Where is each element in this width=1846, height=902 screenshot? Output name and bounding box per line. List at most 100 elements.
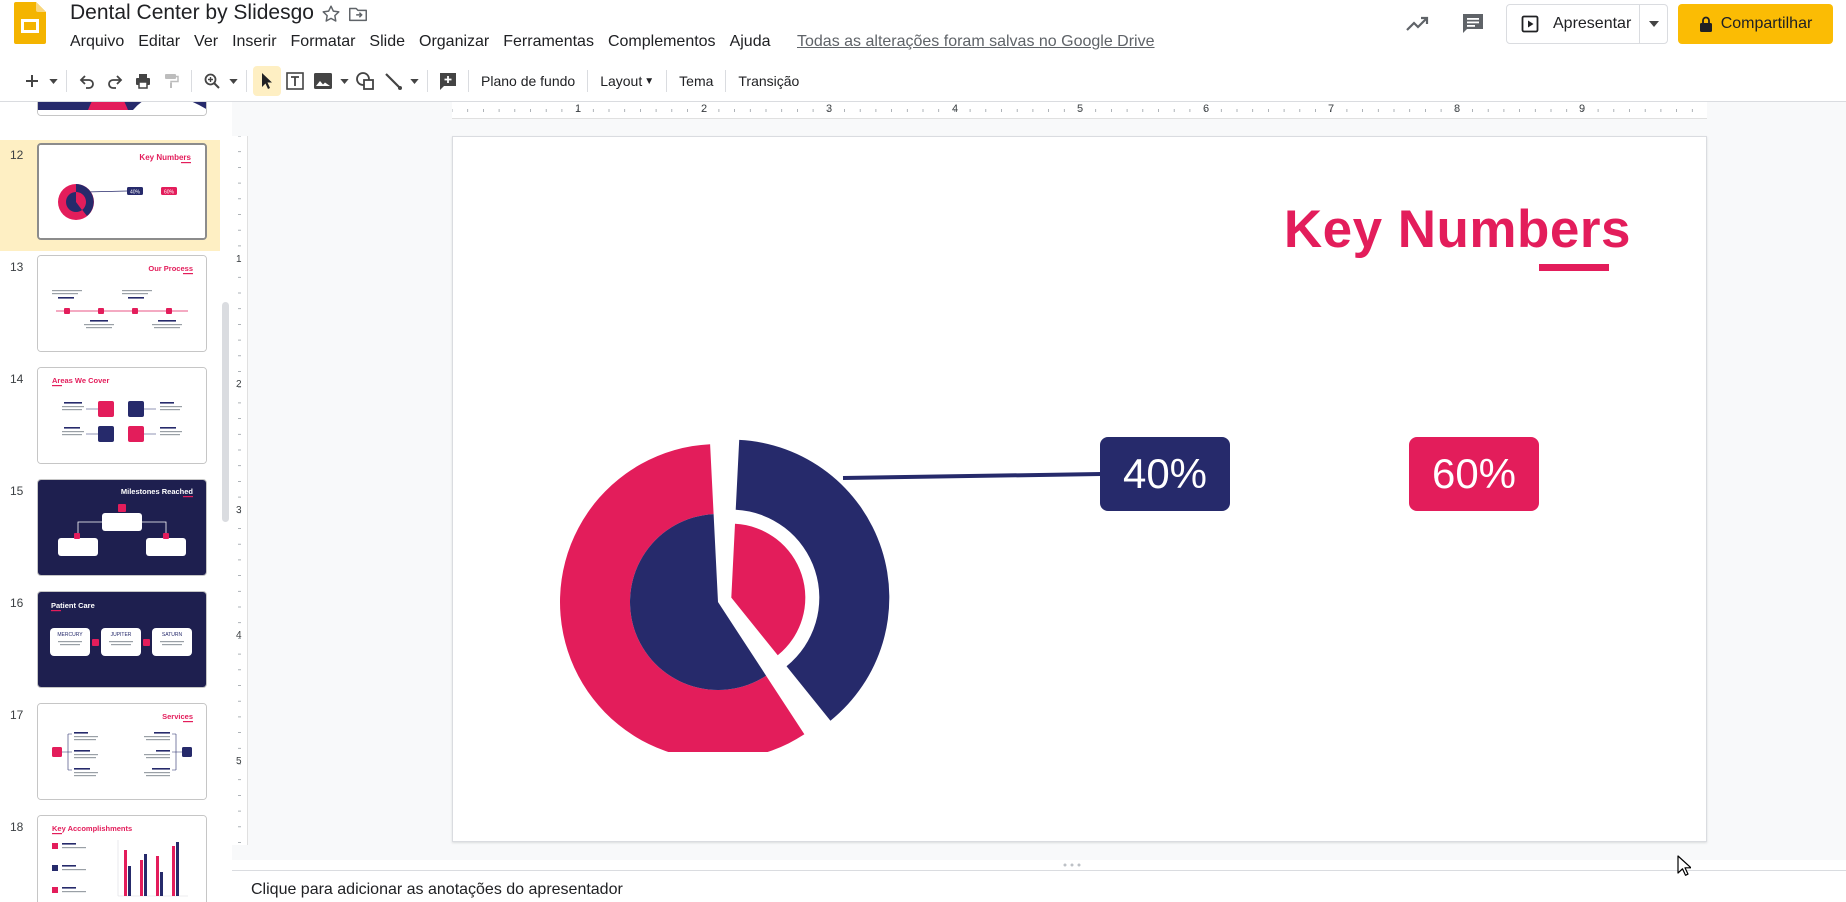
ruler-number: 5 — [236, 756, 242, 767]
slide-row-15[interactable]: 15 Milestones Reached — [0, 476, 220, 587]
slide-thumbnail[interactable]: Services — [37, 703, 207, 800]
layout-label: Layout — [600, 73, 643, 89]
filmstrip-scrollbar[interactable] — [220, 102, 232, 902]
layout-button[interactable]: Layout ▼ — [594, 66, 660, 96]
toolbar-separator — [427, 70, 428, 92]
menu-formatar[interactable]: Formatar — [284, 31, 363, 53]
slide-thumbnail[interactable]: Patient Care MERCURY JUPITER SATURN — [37, 591, 207, 688]
slide-row-12[interactable]: 12 Key Numbers 40% 60% — [0, 140, 220, 251]
transition-button[interactable]: Transição — [732, 66, 805, 96]
menu-bar: Arquivo Editar Ver Inserir Formatar Slid… — [63, 31, 777, 53]
filmstrip-scroll-thumb[interactable] — [222, 302, 229, 522]
document-title[interactable]: Dental Center by Slidesgo — [70, 1, 314, 25]
zoom-dropdown[interactable] — [226, 66, 240, 96]
speaker-notes-placeholder[interactable]: Clique para adicionar as anotações do ap… — [251, 881, 623, 899]
plus-icon — [26, 75, 38, 87]
toolbar-separator — [246, 70, 247, 92]
notes-resize-handle-icon[interactable] — [1060, 862, 1084, 868]
slides-logo-icon[interactable] — [14, 2, 46, 44]
shape-icon — [356, 72, 374, 90]
image-dropdown[interactable] — [337, 66, 351, 96]
slide-row-14[interactable]: 14 Areas We Cover — [0, 364, 220, 475]
menu-complementos[interactable]: Complementos — [601, 31, 723, 53]
theme-button[interactable]: Tema — [673, 66, 719, 96]
donut-chart[interactable] — [558, 412, 918, 752]
present-button-group: Apresentar — [1506, 4, 1668, 44]
stat-value: 40% — [1122, 450, 1208, 497]
image-icon — [314, 73, 332, 89]
save-status-link[interactable]: Todas as alterações foram salvas no Goog… — [797, 33, 1155, 51]
thumb-title: Our Process — [148, 264, 193, 273]
present-play-icon — [1521, 15, 1539, 33]
slide-thumbnail[interactable] — [37, 102, 207, 116]
menu-arquivo[interactable]: Arquivo — [63, 31, 131, 53]
caret-down-icon: ▼ — [644, 75, 655, 87]
slide-thumbnail[interactable]: Our Process — [37, 255, 207, 352]
new-slide-button[interactable] — [18, 66, 46, 96]
menu-organizar[interactable]: Organizar — [412, 31, 496, 53]
insert-image-button[interactable] — [309, 66, 337, 96]
vertical-ruler[interactable]: 1 2 3 4 5 — [232, 136, 248, 845]
zoom-icon — [204, 73, 220, 89]
slide-row-16[interactable]: 16 Patient Care MERCURY JUPITER SATURN — [0, 588, 220, 699]
menu-ajuda[interactable]: Ajuda — [723, 31, 778, 53]
insert-comment-button[interactable] — [434, 66, 462, 96]
slide-filmstrip[interactable]: 12 Key Numbers 40% 60% 13 Our Process 14… — [0, 102, 220, 902]
paint-format-button[interactable] — [157, 66, 185, 96]
redo-button[interactable] — [101, 66, 129, 96]
shape-button[interactable] — [351, 66, 379, 96]
title-underline-shape[interactable] — [1539, 264, 1609, 271]
line-button[interactable] — [379, 66, 407, 96]
thumb-title: Key Accomplishments — [52, 824, 132, 833]
thumb-title: Milestones Reached — [121, 487, 194, 496]
background-button[interactable]: Plano de fundo — [475, 66, 581, 96]
move-folder-icon[interactable] — [347, 3, 369, 25]
star-icon[interactable] — [320, 3, 342, 25]
menu-inserir[interactable]: Inserir — [225, 31, 283, 53]
paint-format-icon — [165, 74, 179, 88]
present-options-dropdown[interactable] — [1639, 5, 1667, 43]
text-box-button[interactable] — [281, 66, 309, 96]
thumb-title: Key Numbers — [139, 153, 191, 162]
slide-thumbnail[interactable]: Areas We Cover — [37, 367, 207, 464]
slide-thumbnail[interactable]: Key Accomplishments — [37, 815, 207, 902]
undo-button[interactable] — [73, 66, 101, 96]
slide-row-18[interactable]: 18 Key Accomplishments — [0, 812, 220, 902]
zoom-button[interactable] — [198, 66, 226, 96]
print-button[interactable] — [129, 66, 157, 96]
activity-trend-icon[interactable] — [1403, 10, 1431, 38]
menu-editar[interactable]: Editar — [131, 31, 187, 53]
ruler-number: 6 — [1203, 103, 1210, 115]
present-button[interactable]: Apresentar — [1507, 5, 1639, 43]
slide-row-11[interactable] — [0, 102, 220, 127]
menu-slide[interactable]: Slide — [362, 31, 412, 53]
comment-icon[interactable] — [1459, 10, 1487, 38]
slide-thumbnail[interactable]: Milestones Reached — [37, 479, 207, 576]
present-label: Apresentar — [1553, 15, 1632, 32]
line-dropdown[interactable] — [407, 66, 421, 96]
toolbar: Plano de fundo Layout ▼ Tema Transição — [0, 63, 1846, 99]
caret-down-icon — [409, 78, 419, 84]
select-tool-button[interactable] — [253, 66, 281, 96]
share-button[interactable]: Compartilhar — [1678, 4, 1833, 44]
undo-icon — [79, 75, 94, 89]
speaker-notes-panel[interactable]: Clique para adicionar as anotações do ap… — [232, 870, 1846, 902]
slide-row-13[interactable]: 13 Our Process — [0, 252, 220, 363]
toolbar-separator — [468, 70, 469, 92]
slide-thumbnail[interactable]: Key Numbers 40% 60% — [37, 143, 207, 240]
share-label: Compartilhar — [1720, 15, 1813, 32]
stat-box-60[interactable]: 60% — [1409, 437, 1539, 511]
horizontal-ruler[interactable]: 1 2 3 4 5 6 7 8 9 — [452, 102, 1707, 119]
ruler-number: 8 — [1454, 103, 1461, 115]
menu-ferramentas[interactable]: Ferramentas — [496, 31, 601, 53]
slide-row-17[interactable]: 17 Services — [0, 700, 220, 811]
slide-canvas[interactable]: Key Numbers 40% 60% — [452, 136, 1707, 842]
transition-label: Transição — [738, 73, 800, 89]
stat-box-40[interactable]: 40% — [1100, 437, 1230, 511]
chart-inner-slice-40[interactable] — [731, 523, 806, 656]
new-slide-layout-dropdown[interactable] — [46, 66, 60, 96]
slide-title[interactable]: Key Numbers — [1243, 199, 1631, 260]
lock-icon — [1699, 16, 1712, 32]
menu-ver[interactable]: Ver — [187, 31, 225, 53]
thumb-label: MERCURY — [57, 632, 83, 638]
